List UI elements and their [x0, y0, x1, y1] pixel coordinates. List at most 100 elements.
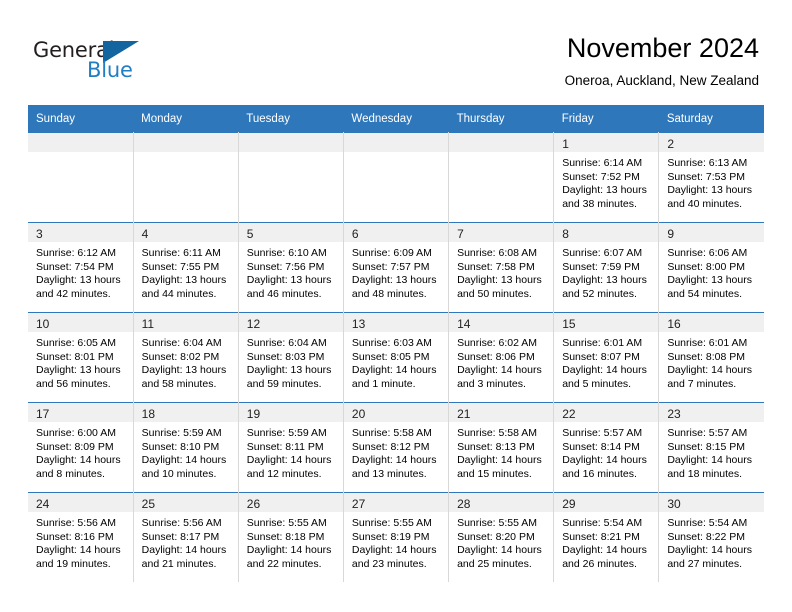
day-number: 4 [141, 227, 149, 241]
calendar-day-cell[interactable]: 1 Sunrise: 6:14 AM Sunset: 7:52 PM Daylight… [553, 132, 660, 223]
calendar-day-cell[interactable]: 2 Sunrise: 6:13 AM Sunset: 7:53 PM Daylight… [658, 132, 764, 223]
logo-text-blue: Blue [87, 58, 133, 82]
daylight-text: Daylight: 13 hours [36, 274, 121, 287]
day-number: 8 [562, 227, 569, 241]
calendar-day-cell[interactable]: 30 Sunrise: 5:54 AM Sunset: 8:22 PM Dayligh… [658, 492, 764, 582]
calendar-day-cell[interactable]: 17 Sunrise: 6:00 AM Sunset: 8:09 PM Dayligh… [28, 402, 134, 493]
calendar-day-cell[interactable]: 19 Sunrise: 5:59 AM Sunset: 8:11 PM Dayligh… [238, 402, 344, 493]
daylight-text-cont: and 5 minutes. [562, 377, 632, 390]
sunset-text: Sunset: 8:07 PM [562, 350, 640, 363]
sunset-text: Sunset: 8:22 PM [667, 530, 745, 543]
calendar-day-cell[interactable]: 24 Sunrise: 5:56 AM Sunset: 8:16 PM Dayligh… [28, 492, 134, 582]
daylight-text: Daylight: 13 hours [667, 274, 752, 287]
day-number: 11 [141, 317, 155, 331]
calendar-day-cell[interactable]: 22 Sunrise: 5:57 AM Sunset: 8:14 PM Dayligh… [553, 402, 660, 493]
calendar-day-cell[interactable]: 12 Sunrise: 6:04 AM Sunset: 8:03 PM Dayligh… [238, 312, 344, 403]
calendar-day-cell[interactable]: 3 Sunrise: 6:12 AM Sunset: 7:54 PM Daylight… [28, 222, 134, 313]
sunrise-text: Sunrise: 5:58 AM [351, 427, 432, 439]
day-number: 13 [351, 317, 366, 331]
day-detail-lines: Sunrise: 5:57 AM Sunset: 8:15 PM Daylight:… [659, 422, 764, 481]
sunrise-text: Sunrise: 6:07 AM [562, 247, 643, 259]
sunrise-text: Sunrise: 5:57 AM [667, 427, 748, 439]
sunrise-text: Sunrise: 6:14 AM [562, 157, 643, 169]
daylight-text: Daylight: 14 hours [667, 454, 752, 467]
calendar-day-cell[interactable]: 6 Sunrise: 6:09 AM Sunset: 7:57 PM Daylight… [343, 222, 450, 313]
daylight-text-cont: and 13 minutes. [351, 467, 427, 480]
sunrise-text: Sunrise: 5:57 AM [562, 427, 643, 439]
brand-logo[interactable]: General Blue [33, 38, 163, 84]
calendar-day-cell[interactable]: 14 Sunrise: 6:02 AM Sunset: 8:06 PM Dayligh… [448, 312, 555, 403]
day-number-band: 1 [554, 133, 659, 152]
daylight-text-cont: and 23 minutes. [351, 557, 427, 570]
day-number-band [28, 133, 133, 152]
day-number: 10 [36, 317, 50, 331]
sunrise-text: Sunrise: 6:01 AM [667, 337, 748, 349]
calendar-day-cell[interactable]: 8 Sunrise: 6:07 AM Sunset: 7:59 PM Daylight… [553, 222, 660, 313]
calendar-day-cell[interactable]: 25 Sunrise: 5:56 AM Sunset: 8:17 PM Dayligh… [133, 492, 239, 582]
sunrise-text: Sunrise: 6:02 AM [457, 337, 538, 349]
weekday-header-sunday: Sunday [28, 105, 134, 133]
sunset-text: Sunset: 8:02 PM [141, 350, 220, 363]
day-number-band: 6 [343, 223, 449, 242]
daylight-text-cont: and 12 minutes. [246, 467, 322, 480]
calendar-day-cell[interactable]: 5 Sunrise: 6:10 AM Sunset: 7:56 PM Daylight… [238, 222, 344, 313]
sunset-text: Sunset: 8:10 PM [141, 440, 220, 453]
daylight-text-cont: and 15 minutes. [457, 467, 532, 480]
day-number: 1 [562, 137, 569, 151]
day-detail-lines: Sunrise: 6:08 AM Sunset: 7:58 PM Daylight:… [449, 242, 553, 301]
day-detail-lines: Sunrise: 6:06 AM Sunset: 8:00 PM Daylight:… [659, 242, 764, 301]
day-number: 15 [562, 317, 576, 331]
day-number-band: 2 [659, 133, 764, 152]
calendar-day-cell[interactable]: 11 Sunrise: 6:04 AM Sunset: 8:02 PM Dayligh… [133, 312, 239, 403]
calendar-day-cell[interactable]: 13 Sunrise: 6:03 AM Sunset: 8:05 PM Dayligh… [343, 312, 450, 403]
daylight-text: Daylight: 13 hours [141, 274, 227, 287]
day-number: 21 [457, 407, 471, 421]
calendar-day-cell[interactable]: 9 Sunrise: 6:06 AM Sunset: 8:00 PM Daylight… [658, 222, 764, 313]
calendar-day-cell[interactable]: 21 Sunrise: 5:58 AM Sunset: 8:13 PM Dayligh… [448, 402, 555, 493]
day-detail-lines: Sunrise: 6:01 AM Sunset: 8:07 PM Daylight:… [554, 332, 658, 391]
sunset-text: Sunset: 8:17 PM [141, 530, 220, 543]
day-number-band [449, 133, 554, 152]
calendar-day-cell[interactable]: 7 Sunrise: 6:08 AM Sunset: 7:58 PM Daylight… [448, 222, 555, 313]
daylight-text-cont: and 21 minutes. [141, 557, 217, 570]
daylight-text-cont: and 3 minutes. [457, 377, 526, 390]
calendar-day-cell[interactable]: 20 Sunrise: 5:58 AM Sunset: 8:12 PM Dayligh… [343, 402, 450, 493]
sunset-text: Sunset: 7:53 PM [667, 170, 745, 183]
calendar-day-cell[interactable]: 26 Sunrise: 5:55 AM Sunset: 8:18 PM Dayligh… [238, 492, 344, 582]
daylight-text: Daylight: 13 hours [36, 364, 121, 377]
title-block: November 2024 Oneroa, Auckland, New Zeal… [565, 32, 759, 89]
calendar-day-cell[interactable]: 18 Sunrise: 5:59 AM Sunset: 8:10 PM Dayligh… [133, 402, 239, 493]
calendar-day-cell[interactable]: 23 Sunrise: 5:57 AM Sunset: 8:15 PM Dayligh… [658, 402, 764, 493]
day-detail-lines: Sunrise: 5:55 AM Sunset: 8:19 PM Daylight:… [344, 512, 448, 571]
sunrise-text: Sunrise: 5:59 AM [141, 427, 222, 439]
sunset-text: Sunset: 8:21 PM [562, 530, 640, 543]
day-number: 24 [36, 497, 50, 511]
weekday-header-friday: Friday [553, 105, 659, 133]
day-detail-lines: Sunrise: 6:07 AM Sunset: 7:59 PM Daylight:… [554, 242, 658, 301]
calendar-day-cell[interactable]: 27 Sunrise: 5:55 AM Sunset: 8:19 PM Dayligh… [343, 492, 450, 582]
calendar-day-cell[interactable]: 10 Sunrise: 6:05 AM Sunset: 8:01 PM Dayligh… [28, 312, 134, 403]
calendar-day-cell[interactable]: 29 Sunrise: 5:54 AM Sunset: 8:21 PM Dayligh… [553, 492, 660, 582]
daylight-text-cont: and 1 minute. [351, 377, 416, 390]
daylight-text: Daylight: 14 hours [562, 544, 647, 557]
day-number-band: 13 [343, 313, 449, 332]
day-number-band: 10 [28, 313, 133, 332]
sunrise-text: Sunrise: 6:05 AM [36, 337, 116, 349]
day-number-band [238, 133, 343, 152]
sunset-text: Sunset: 8:15 PM [667, 440, 745, 453]
day-detail-lines: Sunrise: 5:57 AM Sunset: 8:14 PM Daylight:… [554, 422, 658, 481]
daylight-text-cont: and 38 minutes. [562, 197, 637, 210]
daylight-text: Daylight: 14 hours [36, 544, 121, 557]
calendar-grid: Sunday Monday Tuesday Wednesday Thursday Frid… [28, 105, 764, 582]
daylight-text: Daylight: 14 hours [667, 364, 752, 377]
day-number-band: 25 [133, 493, 238, 512]
calendar-day-cell[interactable]: 15 Sunrise: 6:01 AM Sunset: 8:07 PM Dayligh… [553, 312, 660, 403]
sunset-text: Sunset: 8:08 PM [667, 350, 745, 363]
day-number: 29 [562, 497, 576, 511]
calendar-day-cell[interactable]: 16 Sunrise: 6:01 AM Sunset: 8:08 PM Dayligh… [658, 312, 764, 403]
day-number: 5 [246, 227, 254, 241]
calendar-day-cell[interactable]: 4 Sunrise: 6:11 AM Sunset: 7:55 PM Daylight… [133, 222, 239, 313]
day-detail-lines [344, 152, 448, 157]
day-detail-lines: Sunrise: 5:56 AM Sunset: 8:17 PM Daylight:… [134, 512, 238, 571]
calendar-day-cell[interactable]: 28 Sunrise: 5:55 AM Sunset: 8:20 PM Dayligh… [448, 492, 555, 582]
